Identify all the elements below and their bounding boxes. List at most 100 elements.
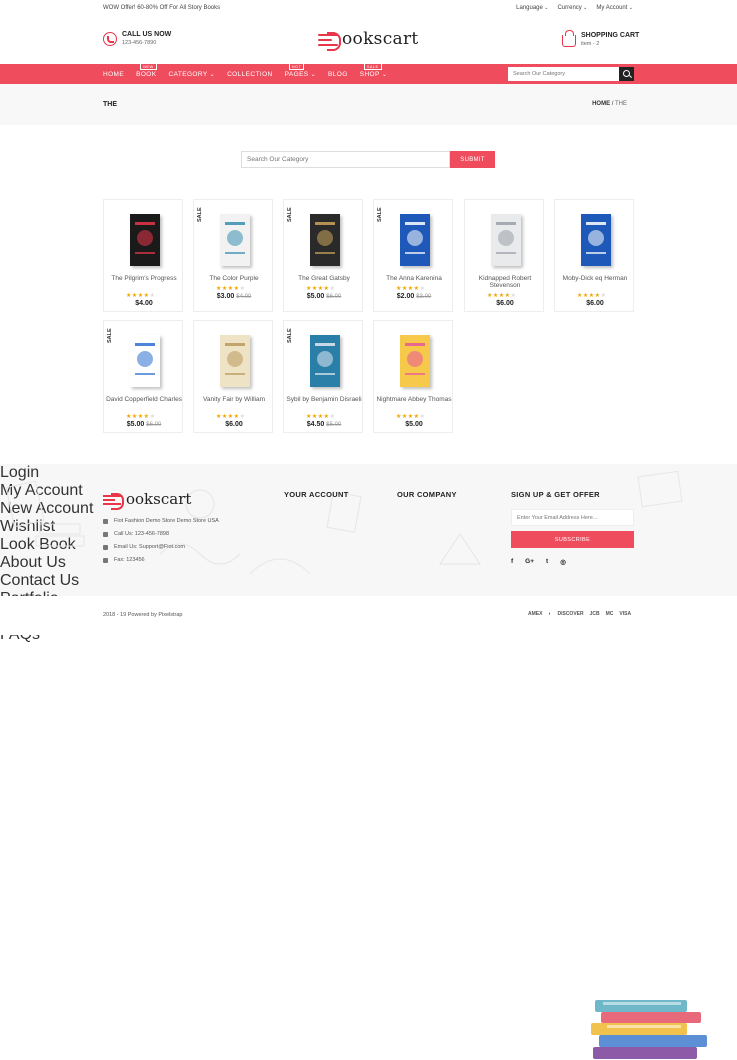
- price-current: $6.00: [496, 300, 514, 307]
- phone-icon: [103, 531, 108, 537]
- product-name[interactable]: The Pilgrim's Progress: [104, 275, 184, 282]
- nav-item-blog[interactable]: BLOG: [328, 71, 348, 78]
- star-icon: ★: [239, 414, 246, 420]
- product-card[interactable]: SALE David Copperfield Charles ★★★★★ $5.00…: [103, 320, 183, 433]
- facebook-icon[interactable]: f: [511, 558, 513, 566]
- nav-item-book[interactable]: BOOK NEW: [136, 62, 157, 78]
- rating-stars: ★★★★★: [126, 292, 155, 299]
- call-us[interactable]: CALL US NOW 123-456-7890: [103, 31, 171, 46]
- shopping-cart[interactable]: SHOPPING CART item - 2: [562, 30, 640, 47]
- product-name[interactable]: Nightmare Abbey Thomas: [374, 396, 454, 403]
- google-plus-icon[interactable]: G+: [525, 558, 534, 566]
- rating-stars: ★★★★★: [396, 285, 425, 292]
- price-old: $6.00: [146, 422, 162, 428]
- my-account-dropdown[interactable]: My Account: [596, 5, 633, 11]
- nav-item-home[interactable]: HOME: [103, 71, 124, 78]
- submit-button[interactable]: SUBMIT: [450, 151, 495, 168]
- logo-word: ookscart: [342, 29, 419, 49]
- book-cover-image[interactable]: [220, 214, 250, 266]
- book-cover-image[interactable]: [130, 335, 160, 387]
- book-cover-image[interactable]: [130, 214, 160, 266]
- signup-title: SIGN UP & GET OFFER: [511, 490, 600, 499]
- star-icon: ★: [329, 286, 336, 292]
- our-company-title: OUR COMPANY: [397, 490, 457, 499]
- newsletter-email-input[interactable]: [511, 509, 634, 526]
- product-name[interactable]: The Color Purple: [194, 275, 274, 282]
- nav-item-label: SHOP: [359, 70, 380, 78]
- footer-contact-item: Fiot Fashion Demo Store Demo Store USA: [103, 518, 219, 524]
- price-old: $4.00: [236, 294, 252, 300]
- nav-item-label: COLLECTION: [227, 70, 273, 78]
- breadcrumb-home[interactable]: HOME: [592, 101, 610, 107]
- product-search-input[interactable]: [241, 151, 450, 168]
- book-cover-image[interactable]: [400, 214, 430, 266]
- product-name[interactable]: The Great Gatsby: [284, 275, 364, 282]
- nav-item-category[interactable]: CATEGORY: [169, 71, 216, 78]
- product-card[interactable]: The Pilgrim's Progress ★★★★★ $4.00: [103, 199, 183, 312]
- twitter-icon[interactable]: t: [546, 558, 548, 566]
- book-cover-image[interactable]: [220, 335, 250, 387]
- book-cover-image[interactable]: [310, 214, 340, 266]
- copyright: 2018 - 19 Powered by Pixelstrap: [103, 612, 183, 618]
- product-card[interactable]: SALE The Anna Karenina ★★★★★ $2.00 $3.00: [373, 199, 453, 312]
- nav-item-collection[interactable]: COLLECTION: [227, 71, 273, 78]
- product-card[interactable]: SALE The Color Purple ★★★★★ $3.00 $4.00: [193, 199, 273, 312]
- sale-label: SALE: [287, 328, 293, 343]
- product-card[interactable]: SALE Sybil by Benjamin Disraeli ★★★★★ $4.5…: [283, 320, 363, 433]
- nav-item-label: BLOG: [328, 70, 348, 78]
- product-name[interactable]: Moby-Dick eq Herman: [555, 275, 635, 282]
- footer-contact-text: Fiot Fashion Demo Store Demo Store USA: [114, 518, 219, 524]
- visa-icon: VISA: [619, 611, 632, 617]
- subscribe-button[interactable]: SUBSCRIBE: [511, 531, 634, 548]
- cart-title: SHOPPING CART: [581, 32, 640, 39]
- rating-stars: ★★★★★: [487, 292, 516, 299]
- jcb-icon: JCB: [589, 611, 600, 617]
- product-name[interactable]: Sybil by Benjamin Disraeli: [284, 396, 364, 403]
- product-price: $6.00: [555, 300, 635, 307]
- star-icon: ★: [239, 286, 246, 292]
- star-icon: ★: [600, 293, 607, 299]
- product-price: $3.00 $4.00: [194, 293, 274, 300]
- product-card[interactable]: Nightmare Abbey Thomas ★★★★★ $5.00: [373, 320, 453, 433]
- your-account-title: YOUR ACCOUNT: [284, 490, 349, 499]
- rating-stars: ★★★★★: [306, 413, 335, 420]
- instagram-icon[interactable]: ◎: [560, 558, 566, 566]
- nav-item-pages[interactable]: PAGES HOT: [285, 62, 316, 78]
- logo-b-mark: [318, 31, 343, 51]
- book-cover-image[interactable]: [581, 214, 611, 266]
- breadcrumb: HOME / THE: [592, 101, 627, 107]
- nav-search: [508, 67, 634, 81]
- product-name[interactable]: Kidnapped Robert Stevenson: [465, 275, 545, 289]
- language-dropdown[interactable]: Language: [516, 5, 548, 11]
- product-card[interactable]: Moby-Dick eq Herman ★★★★★ $6.00: [554, 199, 634, 312]
- book-cover-image[interactable]: [310, 335, 340, 387]
- rating-stars: ★★★★★: [216, 413, 245, 420]
- price-old: $3.00: [416, 294, 432, 300]
- price-current: $4.00: [135, 300, 153, 307]
- product-card[interactable]: Vanity Fair by William ★★★★★ $6.00: [193, 320, 273, 433]
- footer-logo[interactable]: ookscart: [103, 490, 191, 510]
- product-card[interactable]: Kidnapped Robert Stevenson ★★★★★ $6.00: [464, 199, 544, 312]
- product-price: $6.00: [465, 300, 545, 307]
- product-price: $6.00: [194, 421, 274, 428]
- header: CALL US NOW 123-456-7890 ookscart SHOPPI…: [0, 17, 737, 65]
- book-cover-image[interactable]: [491, 214, 521, 266]
- currency-dropdown[interactable]: Currency: [557, 5, 587, 11]
- top-bar: WOW Offer! 60-80% Off For All Story Book…: [0, 0, 737, 17]
- product-card[interactable]: SALE The Great Gatsby ★★★★★ $5.00 $6.00: [283, 199, 363, 312]
- search-icon[interactable]: [619, 67, 634, 81]
- product-name[interactable]: Vanity Fair by William: [194, 396, 274, 403]
- book-cover-image[interactable]: [400, 335, 430, 387]
- nav-search-input[interactable]: [508, 67, 619, 81]
- price-current: $5.00: [126, 421, 145, 428]
- price-old: $6.00: [326, 294, 342, 300]
- site-logo[interactable]: ookscart: [318, 29, 419, 51]
- price-current: $2.00: [396, 293, 415, 300]
- sale-label: SALE: [197, 207, 203, 222]
- call-number: 123-456-7890: [122, 40, 157, 46]
- nav-item-shop[interactable]: SHOP SALE: [359, 62, 388, 78]
- product-name[interactable]: The Anna Karenina: [374, 275, 454, 282]
- nav-item-label: BOOK: [136, 70, 157, 78]
- product-price: $4.00: [104, 300, 184, 307]
- product-name[interactable]: David Copperfield Charles: [104, 396, 184, 403]
